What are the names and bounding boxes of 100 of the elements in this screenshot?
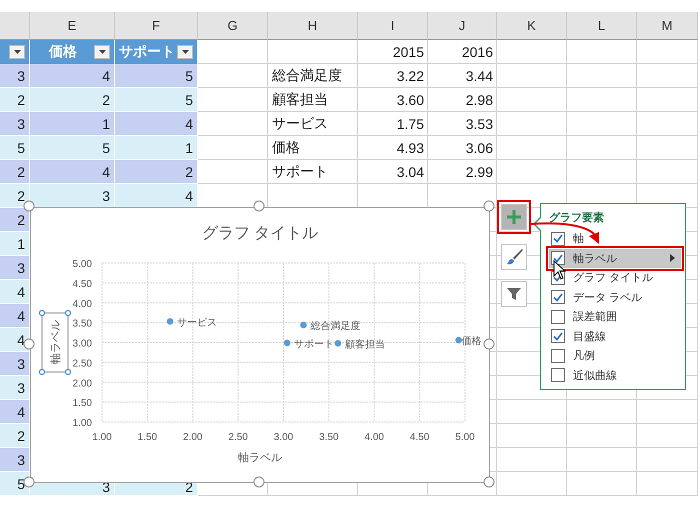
selection-handle[interactable]: [64, 368, 72, 376]
menu-item-label: 凡例: [573, 349, 595, 364]
menu-item-label: 近似曲線: [573, 368, 617, 383]
table-cell: 3.60: [396, 92, 424, 108]
chart-filters-button[interactable]: [501, 281, 527, 307]
chart-area[interactable]: グラフ タイトル 1.00 1.50 2.00 2.50 3.00 3.50 4.00 4.50 5.00 1.00 1.50 2.00 2.50 3.00 3.50 4.00 4.50 5.00 軸ラベル 軸ラベル サービス 総合満足度 サポート 顧客担当 価格: [30, 207, 490, 483]
axis-tick-label: 2.50: [228, 432, 248, 443]
caret-icon: [98, 50, 106, 54]
column-header[interactable]: K: [497, 12, 567, 40]
data-label: サポート: [294, 338, 334, 350]
data-label: 総合満足度: [310, 321, 360, 332]
axis-tick-label: 3.50: [319, 432, 339, 443]
filter-button[interactable]: [94, 45, 110, 59]
axis-tick-label: 1.50: [138, 432, 158, 443]
table-cell: 4: [17, 284, 25, 300]
data-point[interactable]: [300, 322, 307, 328]
table-cell: 2: [17, 164, 25, 180]
chart-styles-button[interactable]: [501, 244, 527, 270]
table-cell: 2015: [392, 44, 424, 60]
selection-handle[interactable]: [64, 310, 72, 316]
table-cell: 4: [17, 308, 25, 324]
checkbox[interactable]: [551, 232, 565, 246]
table-cell: 5: [185, 68, 193, 84]
axis-title[interactable]: 軸ラベル: [238, 452, 282, 464]
table-cell: 4: [185, 116, 193, 132]
data-label: 顧客担当: [344, 339, 385, 350]
table-cell: サービス: [272, 115, 328, 133]
axis-title[interactable]: 軸ラベル: [50, 320, 62, 364]
table-cell: 3: [17, 68, 25, 84]
caret-icon: [14, 50, 20, 54]
data-point[interactable]: [166, 318, 174, 325]
table-cell: 5: [17, 140, 25, 156]
column-header[interactable]: [0, 12, 30, 40]
selection-handle[interactable]: [38, 310, 46, 316]
table-cell: 2: [17, 188, 25, 204]
axis-tick-label: 4.50: [72, 278, 92, 290]
axis-tick-label: 5.00: [72, 259, 92, 270]
checkbox[interactable]: [551, 290, 565, 304]
column-header[interactable]: I: [358, 12, 428, 40]
table-cell: 3: [17, 380, 25, 396]
table-cell: 価格: [272, 139, 300, 157]
column-header[interactable]: L: [567, 12, 637, 40]
data-point[interactable]: [455, 336, 462, 344]
menu-item-label: グラフ タイトル: [573, 271, 654, 286]
menu-item[interactable]: 目盛線: [549, 326, 681, 346]
axis-tick-label: 2.50: [72, 358, 92, 370]
mouse-pointer-icon: [553, 260, 566, 280]
menu-item[interactable]: 誤差範囲: [549, 307, 681, 326]
axis-tick-label: 2.00: [183, 432, 202, 443]
axis-tick-label: 1.50: [72, 398, 92, 410]
table-cell: 3: [17, 260, 25, 276]
table-cell: 4: [185, 188, 193, 204]
menu-item[interactable]: 近似曲線: [549, 366, 681, 385]
axis-tick-label: 4.00: [72, 298, 92, 310]
table-cell: 5: [102, 140, 110, 156]
caret-icon: [182, 50, 188, 54]
table-cell: 3.53: [466, 116, 493, 132]
axis-tick-label: 5.00: [455, 432, 475, 443]
column-header[interactable]: F: [115, 12, 198, 40]
axis-tick-label: 3.00: [274, 432, 294, 443]
plus-icon: [507, 210, 521, 224]
menu-item[interactable]: 軸ラベル: [549, 248, 681, 268]
table-cell: 3: [17, 452, 25, 468]
filter-button[interactable]: [9, 45, 25, 59]
menu-item[interactable]: 軸: [549, 229, 681, 248]
table-cell: 2: [185, 164, 193, 180]
checkbox[interactable]: [551, 348, 565, 363]
axis-tick-label: 2.00: [72, 378, 92, 390]
checkbox[interactable]: [551, 368, 565, 382]
checkbox[interactable]: [551, 329, 565, 344]
column-header[interactable]: G: [198, 12, 268, 40]
data-point[interactable]: [334, 340, 342, 347]
table-cell: 4: [17, 332, 25, 348]
filter-button[interactable]: [177, 45, 193, 59]
column-header[interactable]: H: [268, 12, 358, 40]
column-header[interactable]: J: [428, 12, 497, 40]
table-cell: 2: [17, 212, 25, 228]
header-label: 価格: [48, 43, 78, 61]
column-header[interactable]: E: [30, 12, 115, 40]
axis-tick-label: 1.00: [92, 432, 112, 443]
table-cell: サポート: [272, 163, 328, 181]
panel-title: グラフ要素: [549, 210, 605, 225]
chart-title[interactable]: グラフ タイトル: [202, 225, 318, 242]
table-cell: 3.22: [396, 68, 424, 84]
menu-item-label: 軸ラベル: [573, 252, 617, 266]
table-cell: 3.44: [466, 68, 493, 84]
column-header[interactable]: M: [637, 12, 698, 40]
submenu-arrow-icon: [670, 254, 675, 262]
menu-item[interactable]: 凡例: [549, 346, 681, 366]
table-cell: 5: [185, 92, 193, 108]
checkbox[interactable]: [551, 251, 565, 266]
table-cell: 3: [17, 116, 25, 132]
table-cell: 2.98: [466, 92, 493, 108]
checkbox[interactable]: [551, 310, 565, 324]
table-cell: 1: [185, 140, 193, 156]
table-cell: 3: [102, 188, 110, 204]
selection-handle[interactable]: [38, 368, 46, 376]
table-cell: 2: [17, 92, 25, 108]
menu-item[interactable]: データ ラベル: [549, 288, 681, 307]
data-point[interactable]: [284, 340, 290, 346]
